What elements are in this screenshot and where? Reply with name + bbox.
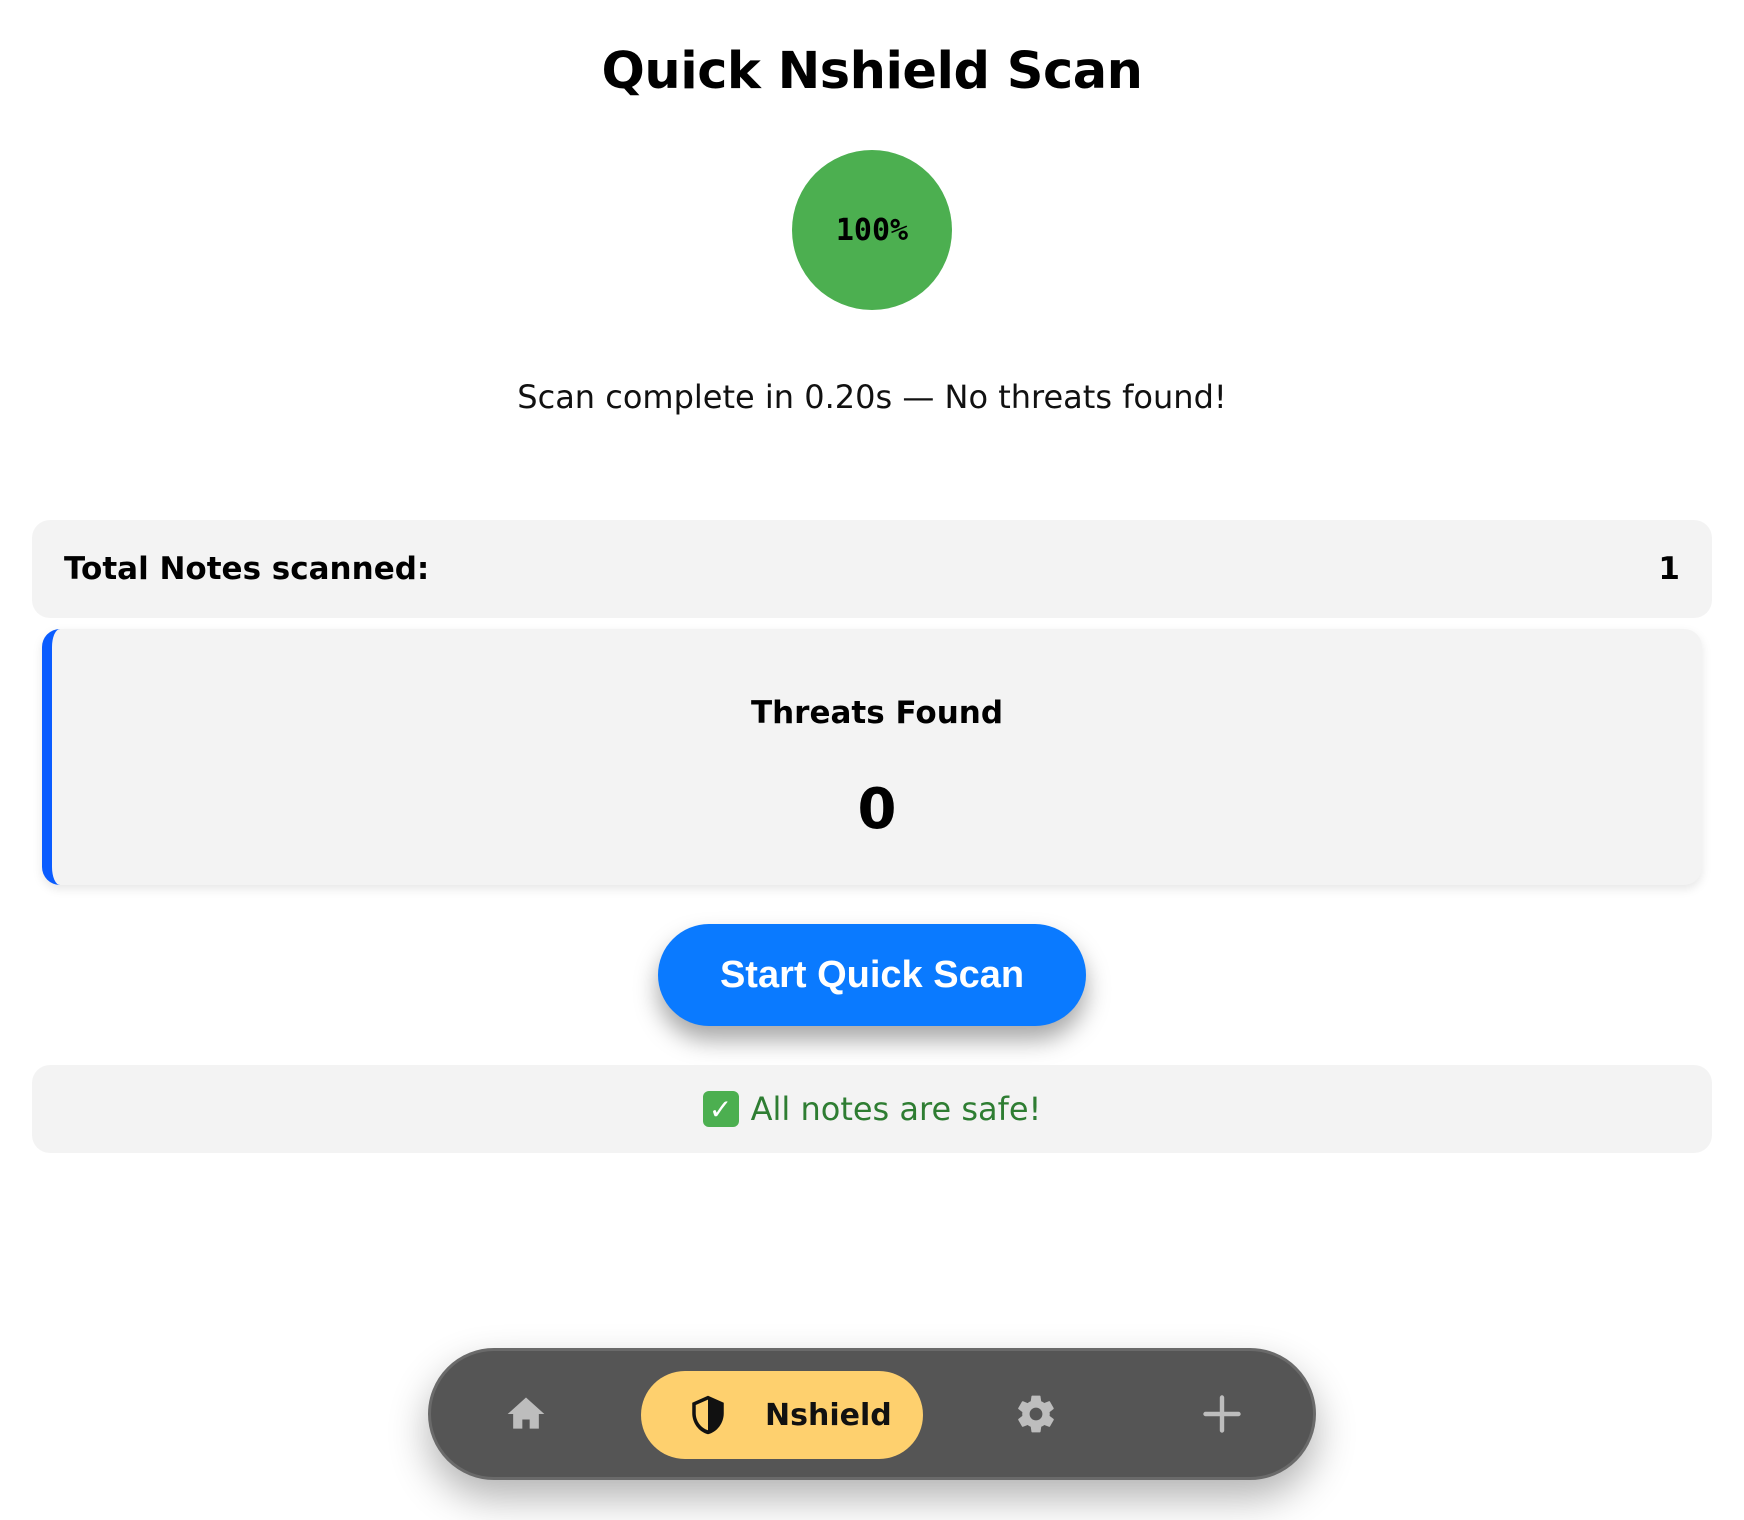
safe-status-card: ✓ All notes are safe! (32, 1065, 1712, 1153)
safe-status-message: All notes are safe! (750, 1090, 1042, 1128)
nav-home-button[interactable] (471, 1351, 581, 1477)
nav-nshield-label: Nshield (765, 1397, 892, 1433)
total-notes-card: Total Notes scanned: 1 (32, 520, 1712, 618)
check-mark-icon: ✓ (702, 1091, 739, 1127)
nav-settings-button[interactable] (981, 1351, 1091, 1477)
page-title: Quick Nshield Scan (601, 42, 1143, 101)
bottom-navigation: Nshield (428, 1348, 1316, 1480)
start-quick-scan-button[interactable]: Start Quick Scan (658, 924, 1086, 1026)
total-notes-label: Total Notes scanned: (64, 551, 430, 587)
scan-status-message: Scan complete in 0.20s — No threats foun… (517, 378, 1227, 416)
scan-progress-circle: 100% (792, 150, 952, 310)
shield-icon (692, 1395, 724, 1435)
plus-icon (1203, 1395, 1241, 1433)
threats-count: 0 (857, 777, 897, 842)
home-icon (507, 1397, 545, 1429)
threats-label: Threats Found (750, 695, 1004, 731)
threats-card: Threats Found 0 (42, 629, 1702, 885)
scan-progress-label: 100% (835, 212, 909, 248)
gear-icon (1018, 1395, 1054, 1433)
total-notes-value: 1 (1658, 551, 1680, 587)
nav-add-button[interactable] (1167, 1351, 1277, 1477)
nav-nshield-button[interactable]: Nshield (641, 1371, 923, 1459)
